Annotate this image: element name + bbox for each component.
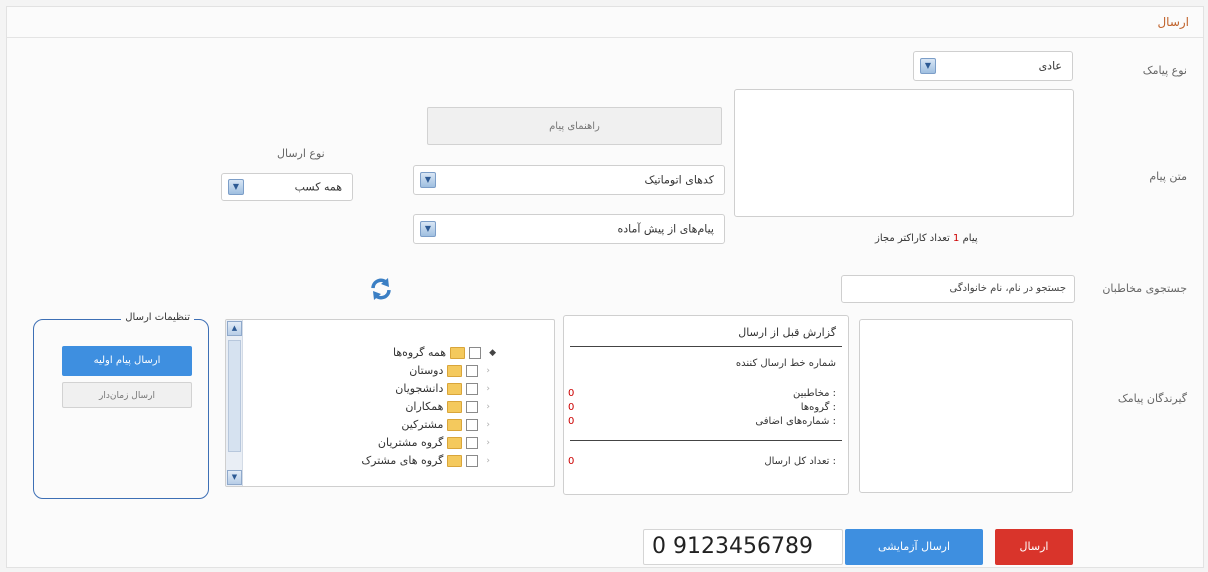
ready-messages-value: پیام‌های از پیش آماده (617, 222, 714, 236)
send-sms-panel: ارسال نوع پیامک ▼ عادی متن پیام پیام 1 ت… (6, 6, 1204, 568)
folder-icon (450, 346, 466, 359)
checkbox[interactable] (466, 436, 479, 449)
checkbox[interactable] (466, 454, 479, 467)
send-summary: گزارش قبل از ارسال شماره خط ارسال کننده … (563, 315, 849, 495)
test-phone-value: 0 9123456789 (652, 534, 813, 559)
tree-item-label: مشترکین (401, 418, 444, 431)
refresh-icon[interactable] (369, 277, 393, 301)
scheduled-send-button[interactable]: ارسال زمان‌دار (62, 382, 192, 408)
summary-header: گزارش قبل از ارسال (738, 326, 836, 339)
search-contacts-input[interactable]: جستجو در نام، نام خانوادگی (841, 275, 1075, 303)
auto-codes-value: کدهای اتوماتیک (644, 173, 714, 187)
tree-item-label: دانشجویان (395, 382, 444, 395)
folder-icon (447, 400, 463, 413)
search-contacts-value: جستجو در نام، نام خانوادگی (949, 283, 1066, 294)
line-type-label: نوع پیامک (1142, 64, 1187, 77)
page-title: ارسال (1157, 15, 1189, 29)
tree-item-label: همه گروه‌ها (392, 346, 447, 359)
chevron-down-icon: ▼ (420, 172, 436, 188)
expand-icon[interactable]: › (486, 366, 490, 376)
summary-count3: 0 (568, 402, 575, 413)
tree-item-label: همکاران (405, 400, 444, 413)
title-divider (7, 37, 1203, 38)
expand-icon[interactable]: › (486, 420, 490, 430)
expand-icon[interactable]: › (486, 402, 490, 412)
receivers-label: گیرندگان پیامک (1117, 392, 1187, 405)
expand-icon[interactable]: › (486, 456, 490, 466)
summary-line5: تعداد کل ارسال : (764, 456, 836, 467)
send-type-label: نوع ارسال (277, 147, 325, 160)
message-guide-button[interactable]: راهنمای پیام (427, 107, 722, 145)
tree-item-label: گروه مشتریان (377, 436, 444, 449)
summary-divider-2 (570, 440, 842, 441)
test-send-button[interactable]: ارسال آزمایشی (845, 529, 983, 565)
checkbox[interactable] (469, 346, 482, 359)
tree-item[interactable]: همکاران › (405, 400, 490, 413)
checkbox[interactable] (466, 382, 479, 395)
char-counter-suffix: پیام (962, 233, 978, 244)
summary-line4: شماره‌های اضافی : (755, 416, 836, 427)
expand-icon[interactable]: ◆ (489, 348, 496, 358)
send-button[interactable]: ارسال (995, 529, 1073, 565)
primary-send-button[interactable]: ارسال پیام اولیه (62, 346, 192, 376)
char-counter: پیام 1 تعداد کاراکتر مجاز (875, 233, 978, 244)
char-counter-value: 1 (953, 233, 960, 244)
tree-item[interactable]: همه گروه‌ها ◆ (393, 346, 496, 359)
summary-line3: گروه‌ها : (800, 402, 836, 413)
folder-icon (447, 418, 463, 431)
chevron-down-icon: ▼ (228, 179, 244, 195)
folder-icon (447, 454, 463, 467)
tree-item-label: دوستان (409, 364, 444, 377)
summary-count2: 0 (568, 388, 575, 399)
send-type-value: همه کسب (294, 180, 342, 194)
line-type-select[interactable]: ▼ عادی (913, 51, 1073, 81)
tree-item[interactable]: گروه های مشترک › (361, 454, 490, 467)
expand-icon[interactable]: › (486, 438, 490, 448)
send-type-select[interactable]: ▼ همه کسب (221, 173, 353, 201)
scroll-down-icon[interactable]: ▼ (227, 470, 242, 485)
receivers-list[interactable] (859, 319, 1073, 493)
test-phone-input[interactable]: 0 9123456789 (643, 529, 843, 565)
char-counter-prefix: تعداد کاراکتر مجاز (875, 233, 950, 244)
chevron-down-icon: ▼ (920, 58, 936, 74)
folder-icon (447, 382, 463, 395)
ready-messages-select[interactable]: ▼ پیام‌های از پیش آماده (413, 214, 725, 244)
chevron-down-icon: ▼ (420, 221, 436, 237)
scroll-up-icon[interactable]: ▲ (227, 321, 242, 336)
summary-divider (570, 346, 842, 347)
search-contacts-label: جستجوی مخاطبان (1102, 282, 1187, 295)
tree-item[interactable]: گروه مشتریان › (378, 436, 490, 449)
scroll-thumb[interactable] (228, 340, 241, 452)
checkbox[interactable] (466, 364, 479, 377)
summary-total: 0 (568, 456, 575, 467)
folder-icon (447, 364, 463, 377)
summary-line2: مخاطبین : (792, 388, 836, 399)
auto-codes-select[interactable]: ▼ کدهای اتوماتیک (413, 165, 725, 195)
expand-icon[interactable]: › (486, 384, 490, 394)
line-type-value: عادی (1038, 59, 1062, 73)
send-options-frame: تنظیمات ارسال ارسال پیام اولیه ارسال زما… (33, 312, 209, 499)
checkbox[interactable] (466, 400, 479, 413)
tree-item[interactable]: دوستان › (409, 364, 490, 377)
send-options-title: تنظیمات ارسال (121, 312, 194, 323)
tree-item[interactable]: مشترکین › (401, 418, 490, 431)
summary-line1: شماره خط ارسال کننده (735, 358, 836, 369)
message-textarea[interactable] (734, 89, 1074, 217)
checkbox[interactable] (466, 418, 479, 431)
summary-count4: 0 (568, 416, 575, 427)
tree-item-label: گروه های مشترک (361, 454, 444, 467)
folder-icon (447, 436, 463, 449)
groups-tree[interactable]: ▲ ▼ همه گروه‌ها ◆ دوستان › دانشجویان › ه… (225, 319, 555, 487)
message-label: متن پیام (1149, 170, 1187, 183)
tree-item[interactable]: دانشجویان › (395, 382, 490, 395)
tree-scrollbar[interactable]: ▲ ▼ (226, 320, 243, 486)
